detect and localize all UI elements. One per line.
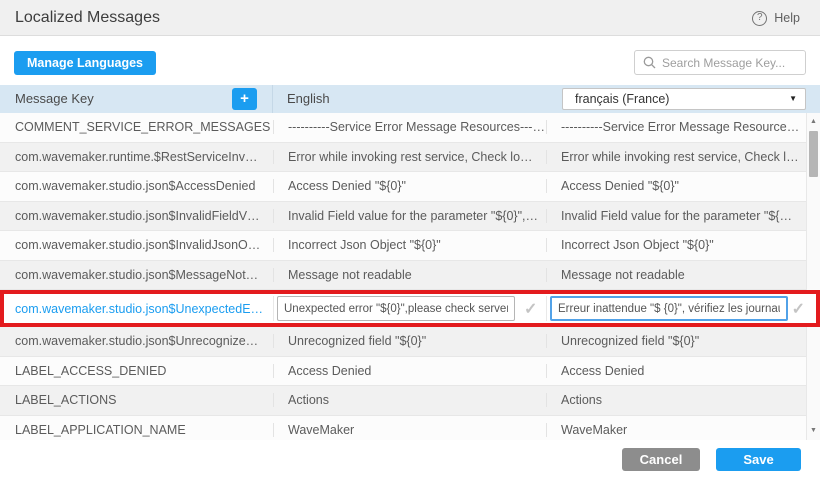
confirm-check-icon[interactable]: ✓: [792, 299, 805, 319]
title-bar: Localized Messages ? Help: [0, 0, 820, 36]
message-key-cell: LABEL_ACTIONS: [0, 393, 273, 407]
english-cell: Access Denied "${0}": [273, 179, 546, 193]
english-column-header: English: [273, 85, 546, 113]
help-circle-icon: ?: [752, 11, 767, 26]
english-cell: WaveMaker: [273, 423, 546, 437]
page-title: Localized Messages: [15, 0, 160, 36]
language-select[interactable]: français (France) ▼: [562, 88, 806, 110]
table-row[interactable]: com.wavemaker.studio.json$Unrecognize…Un…: [0, 327, 820, 357]
english-cell: Unrecognized field "${0}": [273, 334, 546, 348]
french-cell: WaveMaker: [546, 423, 820, 437]
english-cell: Message not readable: [273, 268, 546, 282]
table-row[interactable]: COMMENT_SERVICE_ERROR_MESSAGES----------…: [0, 113, 820, 143]
table-row[interactable]: com.wavemaker.studio.json$InvalidFieldV……: [0, 202, 820, 232]
french-cell: Access Denied: [546, 364, 820, 378]
french-cell: Message not readable: [546, 268, 820, 282]
french-cell: Error while invoking rest service, Check…: [546, 150, 820, 164]
message-key-cell: LABEL_ACCESS_DENIED: [0, 364, 273, 378]
scroll-down-icon[interactable]: ▼: [807, 424, 820, 438]
french-cell: Invalid Field value for the parameter "$…: [546, 209, 820, 223]
table-row[interactable]: LABEL_APPLICATION_NAMEWaveMakerWaveMaker: [0, 416, 820, 441]
message-key-cell: COMMENT_SERVICE_ERROR_MESSAGES: [0, 120, 273, 134]
french-cell: ----------Service Error Message Resource…: [546, 120, 820, 134]
table-row[interactable]: com.wavemaker.studio.json$InvalidJsonO…I…: [0, 231, 820, 261]
english-cell: Error while invoking rest service, Check…: [273, 150, 546, 164]
language-column-header: français (France) ▼: [546, 85, 820, 113]
message-key-cell: com.wavemaker.studio.json$Unrecognize…: [0, 334, 273, 348]
help-label: Help: [774, 11, 800, 25]
search-icon: [643, 56, 656, 69]
table-row[interactable]: LABEL_ACCESS_DENIEDAccess DeniedAccess D…: [0, 357, 820, 387]
table-row-editing[interactable]: com.wavemaker.studio.json$UnexpectedE… ✓ ✓: [0, 290, 820, 327]
message-key-cell: com.wavemaker.studio.json$InvalidFieldV…: [0, 209, 273, 223]
table-body: COMMENT_SERVICE_ERROR_MESSAGES----------…: [0, 113, 820, 440]
vertical-scrollbar[interactable]: ▲ ▼: [806, 113, 820, 440]
french-cell: Access Denied "${0}": [546, 179, 820, 193]
toolbar: Manage Languages: [0, 37, 820, 85]
message-key-cell: com.wavemaker.studio.json$MessageNot…: [0, 268, 273, 282]
english-cell: ✓: [273, 296, 546, 321]
add-message-key-button[interactable]: +: [232, 88, 257, 110]
french-cell: Actions: [546, 393, 820, 407]
search-box[interactable]: [634, 50, 806, 75]
english-cell: Access Denied: [273, 364, 546, 378]
table-row[interactable]: LABEL_ACTIONSActionsActions: [0, 386, 820, 416]
english-edit-input[interactable]: [277, 296, 515, 321]
english-cell: Invalid Field value for the parameter "$…: [273, 209, 546, 223]
message-key-cell: com.wavemaker.studio.json$UnexpectedE…: [4, 302, 273, 316]
message-key-cell: com.wavemaker.runtime.$RestServiceInv…: [0, 150, 273, 164]
manage-languages-button[interactable]: Manage Languages: [14, 51, 156, 75]
table-header: Message Key + English français (France) …: [0, 85, 820, 113]
scrollbar-thumb[interactable]: [809, 131, 818, 177]
scroll-up-icon[interactable]: ▲: [807, 115, 820, 129]
search-input[interactable]: [662, 56, 797, 70]
message-key-column-header: Message Key +: [0, 85, 273, 113]
message-key-link[interactable]: com.wavemaker.studio.json$UnexpectedE…: [15, 302, 263, 316]
footer: Cancel Save: [0, 440, 820, 487]
message-key-header-label: Message Key: [15, 91, 94, 106]
message-key-cell: LABEL_APPLICATION_NAME: [0, 423, 273, 437]
french-cell: ✓: [546, 296, 816, 321]
table-row[interactable]: com.wavemaker.studio.json$MessageNot…Mes…: [0, 261, 820, 291]
chevron-down-icon: ▼: [789, 85, 797, 113]
french-edit-input[interactable]: [550, 296, 788, 321]
message-key-cell: com.wavemaker.studio.json$AccessDenied: [0, 179, 273, 193]
english-cell: Incorrect Json Object "${0}": [273, 238, 546, 252]
language-select-value: français (France): [575, 85, 669, 113]
save-button[interactable]: Save: [716, 448, 801, 471]
english-cell: ----------Service Error Message Resource…: [273, 120, 546, 134]
english-cell: Actions: [273, 393, 546, 407]
table-row[interactable]: com.wavemaker.studio.json$AccessDeniedAc…: [0, 172, 820, 202]
localized-messages-dialog: Localized Messages ? Help Manage Languag…: [0, 0, 820, 487]
table-row[interactable]: com.wavemaker.runtime.$RestServiceInv…Er…: [0, 143, 820, 173]
cancel-button[interactable]: Cancel: [622, 448, 700, 471]
help-button[interactable]: ? Help: [752, 0, 800, 36]
french-cell: Unrecognized field "${0}": [546, 334, 820, 348]
confirm-check-icon[interactable]: ✓: [524, 299, 537, 319]
message-key-cell: com.wavemaker.studio.json$InvalidJsonO…: [0, 238, 273, 252]
french-cell: Incorrect Json Object "${0}": [546, 238, 820, 252]
